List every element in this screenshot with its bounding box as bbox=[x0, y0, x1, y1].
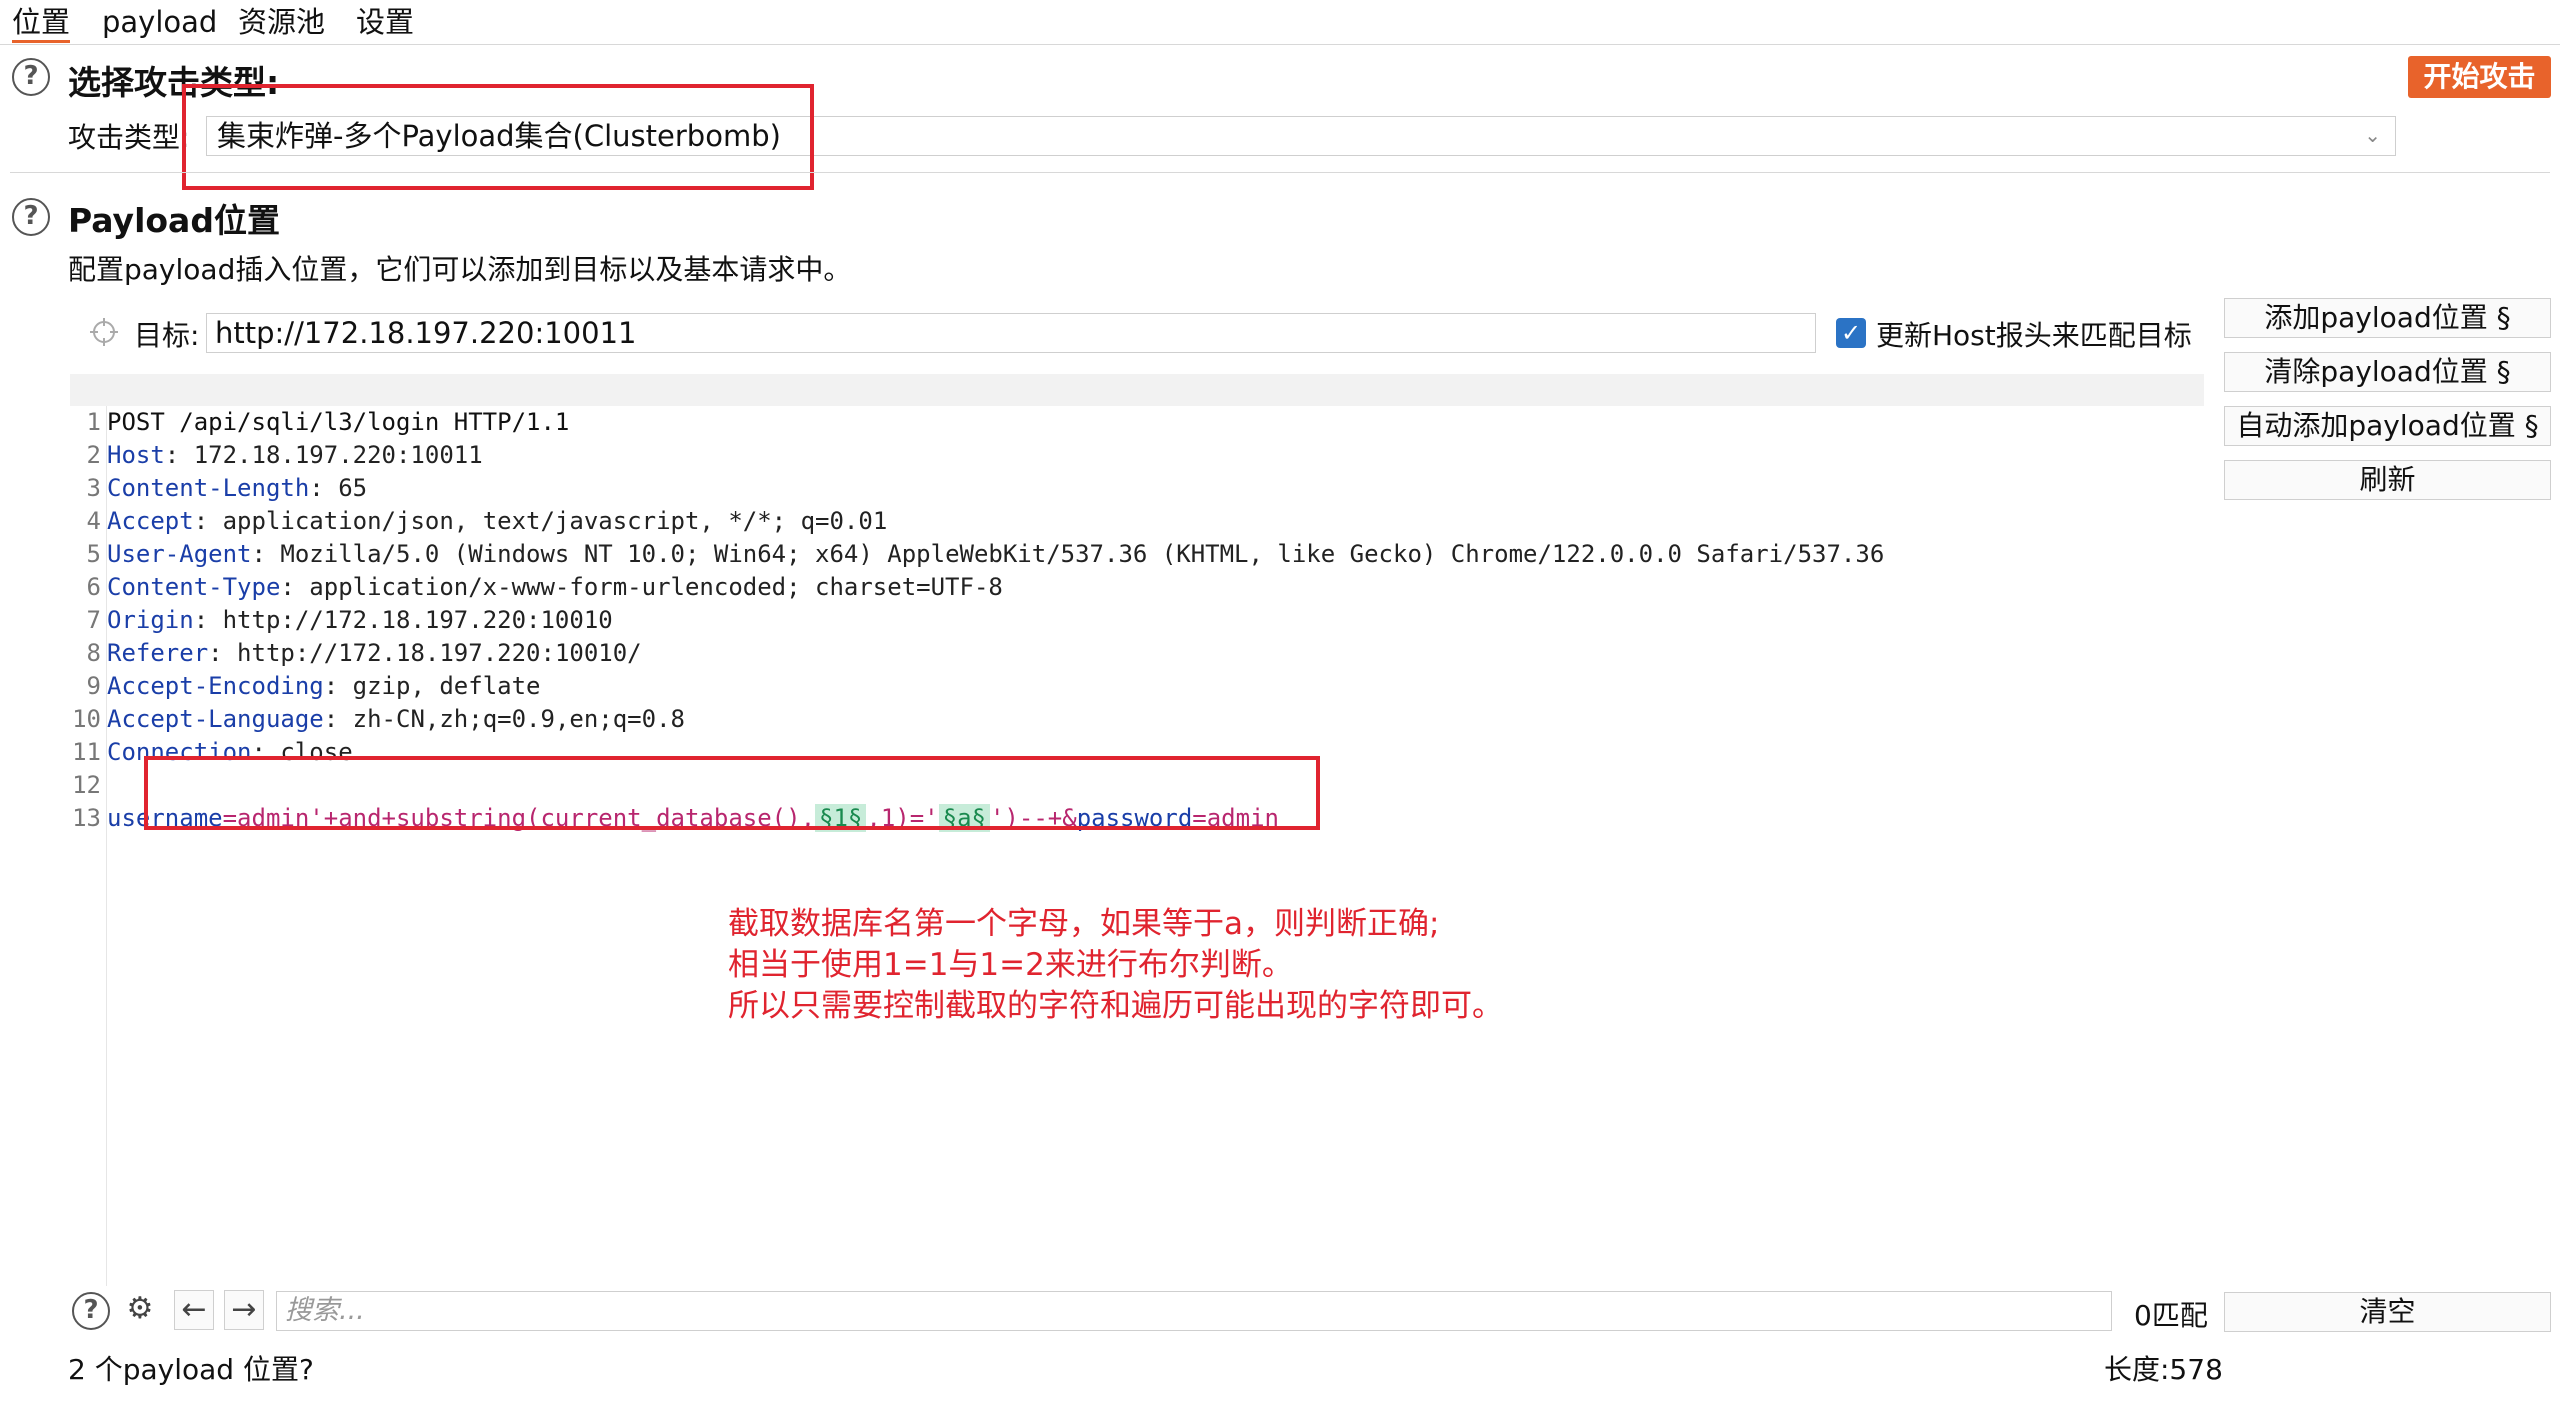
payload-position-count: 2 个payload 位置? bbox=[68, 1353, 314, 1386]
match-count: 0匹配 bbox=[2134, 1299, 2208, 1332]
payload-positions-heading: Payload位置 bbox=[68, 201, 280, 240]
tab-payload[interactable]: payload bbox=[102, 4, 217, 40]
annotation-line: 相当于使用1=1与1=2来进行布尔判断。 bbox=[728, 947, 1293, 983]
start-attack-button[interactable]: 开始攻击 bbox=[2408, 56, 2551, 98]
request-line: 4 Accept: application/json, text/javascri… bbox=[86, 507, 888, 535]
highlight-box-attack-type bbox=[182, 84, 814, 190]
arrow-right-icon[interactable]: → bbox=[224, 1290, 264, 1330]
request-line: 11 Connection: close bbox=[72, 738, 353, 766]
annotation-line: 截取数据库名第一个字母，如果等于a，则判断正确; bbox=[728, 906, 1440, 942]
clear-payload-position-button[interactable]: 清除payload位置 § bbox=[2224, 352, 2551, 392]
annotation-line: 所以只需要控制截取的字符和遍历可能出现的字符即可。 bbox=[728, 988, 1503, 1024]
request-line: 5 User-Agent: Mozilla/5.0 (Windows NT 10.… bbox=[86, 540, 1885, 568]
update-host-label: 更新Host报头来匹配目标 bbox=[1876, 319, 2192, 352]
section-divider bbox=[10, 172, 2550, 173]
help-icon[interactable]: ? bbox=[72, 1292, 110, 1330]
request-line: 3 Content-Length: 65 bbox=[86, 474, 368, 502]
target-icon bbox=[88, 316, 120, 348]
highlight-box-payload bbox=[144, 756, 1320, 830]
request-line: 6 Content-Type: application/x-www-form-ur… bbox=[86, 573, 1003, 601]
arrow-left-icon[interactable]: ← bbox=[174, 1290, 214, 1330]
tab-positions[interactable]: 位置 bbox=[12, 4, 71, 43]
request-line: 7 Origin: http://172.18.197.220:10010 bbox=[86, 606, 613, 634]
tab-resource-pool[interactable]: 资源池 bbox=[238, 4, 325, 40]
chevron-down-icon: ⌄ bbox=[2364, 123, 2381, 147]
search-input[interactable]: 搜索... bbox=[276, 1291, 2112, 1331]
auto-add-payload-position-button[interactable]: 自动添加payload位置 § bbox=[2224, 406, 2551, 446]
gear-icon[interactable]: ⚙ bbox=[120, 1290, 160, 1330]
help-icon[interactable]: ? bbox=[12, 58, 50, 96]
tab-settings[interactable]: 设置 bbox=[356, 4, 414, 40]
request-editor[interactable]: 1 POST /api/sqli/l3/login HTTP/1.1 2 Host:… bbox=[70, 374, 2204, 1286]
request-line: 8 Referer: http://172.18.197.220:10010/ bbox=[86, 639, 642, 667]
help-icon[interactable]: ? bbox=[12, 198, 50, 236]
top-tab-bar: 位置 payload 资源池 设置 bbox=[0, 0, 2560, 45]
refresh-button[interactable]: 刷新 bbox=[2224, 460, 2551, 500]
request-line: 10 Accept-Language: zh-CN,zh;q=0.9,en;q=0… bbox=[72, 705, 685, 733]
request-line: 1 POST /api/sqli/l3/login HTTP/1.1 bbox=[70, 374, 2204, 436]
target-label: 目标: bbox=[134, 319, 200, 352]
payload-positions-description: 配置payload插入位置，它们可以添加到目标以及基本请求中。 bbox=[68, 253, 852, 286]
attack-type-label: 攻击类型: bbox=[68, 121, 190, 154]
request-line: 2 Host: 172.18.197.220:10011 bbox=[86, 441, 483, 469]
annotation-text: 截取数据库名第一个字母，如果等于a，则判断正确; 相当于使用1=1与1=2来进行… bbox=[728, 904, 1503, 1027]
request-length: 长度:578 bbox=[2104, 1353, 2223, 1386]
request-line: 9 Accept-Encoding: gzip, deflate bbox=[86, 672, 541, 700]
target-url-input[interactable]: http://172.18.197.220:10011 bbox=[206, 313, 1816, 353]
add-payload-position-button[interactable]: 添加payload位置 § bbox=[2224, 298, 2551, 338]
checkbox-checked-icon[interactable]: ✓ bbox=[1836, 318, 1866, 348]
clear-search-button[interactable]: 清空 bbox=[2224, 1292, 2551, 1332]
